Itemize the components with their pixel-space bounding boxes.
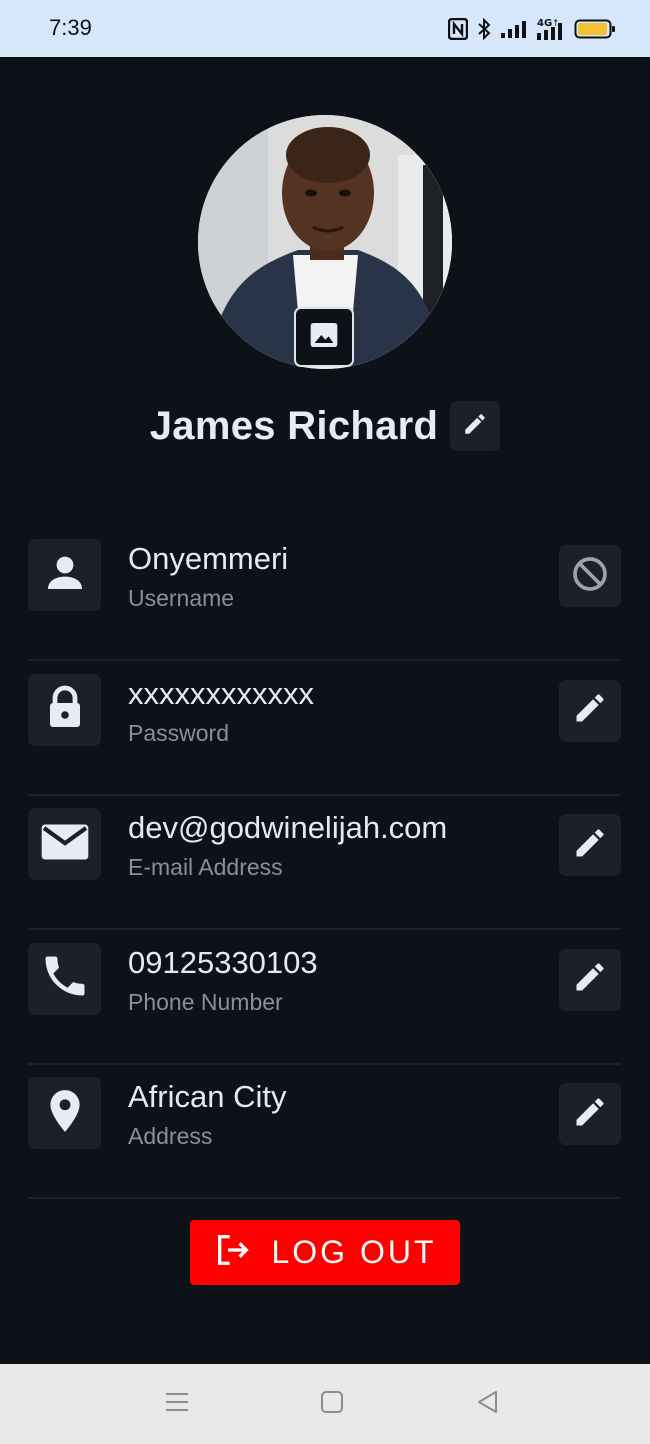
phone-label: Phone Number [128, 988, 283, 1015]
username-blocked-button[interactable] [559, 545, 621, 607]
home-square-icon [319, 1389, 345, 1420]
name-row: James Richard [0, 400, 650, 452]
password-value: xxxxxxxxxxxx [128, 675, 314, 711]
address-label: Address [128, 1123, 213, 1149]
location-pin-icon [40, 1086, 90, 1141]
blocked-icon [570, 554, 610, 599]
edit-name-button[interactable] [450, 401, 501, 451]
address-value: African City [128, 1079, 287, 1114]
home-button[interactable] [318, 1390, 346, 1418]
signal-icon [500, 19, 526, 39]
svg-text:4G: 4G [537, 18, 552, 29]
4g-signal-icon: 4G ↑ [535, 17, 565, 41]
menu-icon [164, 1390, 190, 1419]
info-row-username: Onyemmeri Username [28, 527, 621, 661]
username-label: Username [128, 585, 235, 611]
logout-icon [213, 1230, 253, 1275]
mail-icon [37, 814, 93, 875]
edit-phone-button[interactable] [559, 948, 621, 1011]
edit-address-button[interactable] [559, 1083, 621, 1145]
pencil-icon [572, 825, 608, 866]
system-nav-bar [0, 1364, 650, 1444]
username-value: Onyemmeri [128, 541, 289, 576]
battery-icon [574, 18, 616, 40]
info-row-phone: 09125330103 Phone Number [28, 931, 621, 1065]
info-row-password: xxxxxxxxxxxx Password [28, 662, 621, 796]
profile-info-list: Onyemmeri Username xxxxxxxxxxxx Password… [28, 527, 621, 1199]
password-label: Password [128, 719, 229, 746]
email-label: E-mail Address [128, 854, 283, 880]
profile-screen: James Richard Onyemmeri Username xxxxxxx… [0, 57, 650, 1364]
info-row-email: dev@godwinelijah.com E-mail Address [28, 796, 621, 930]
pencil-icon [572, 1094, 608, 1135]
address-icon-box [28, 1077, 101, 1149]
logout-label: LOG OUT [271, 1234, 437, 1270]
info-row-address: African City Address [28, 1065, 621, 1199]
pencil-icon [462, 411, 488, 442]
bluetooth-icon [477, 18, 491, 40]
password-icon-box [28, 673, 101, 746]
status-time: 7:39 [49, 15, 92, 40]
edit-email-button[interactable] [559, 814, 621, 876]
image-icon [308, 319, 340, 356]
person-icon [41, 549, 89, 602]
lock-icon [41, 683, 89, 736]
email-value: dev@godwinelijah.com [128, 810, 448, 845]
pencil-icon [572, 690, 608, 731]
phone-icon-box [28, 942, 101, 1015]
back-triangle-icon [475, 1389, 501, 1420]
profile-name: James Richard [149, 403, 439, 448]
back-button[interactable] [474, 1390, 502, 1418]
edit-password-button[interactable] [559, 679, 621, 742]
logout-button[interactable]: LOG OUT [190, 1220, 460, 1285]
change-photo-button[interactable] [294, 307, 354, 367]
phone-icon [39, 950, 91, 1007]
status-icons: 4G ↑ [448, 16, 616, 42]
pencil-icon [572, 959, 608, 1000]
phone-value: 09125330103 [128, 944, 318, 980]
menu-button[interactable] [163, 1390, 191, 1418]
username-icon-box [28, 539, 101, 611]
email-icon-box [28, 808, 101, 880]
nfc-icon [448, 18, 468, 40]
status-bar: 7:39 4G ↑ [0, 0, 650, 57]
